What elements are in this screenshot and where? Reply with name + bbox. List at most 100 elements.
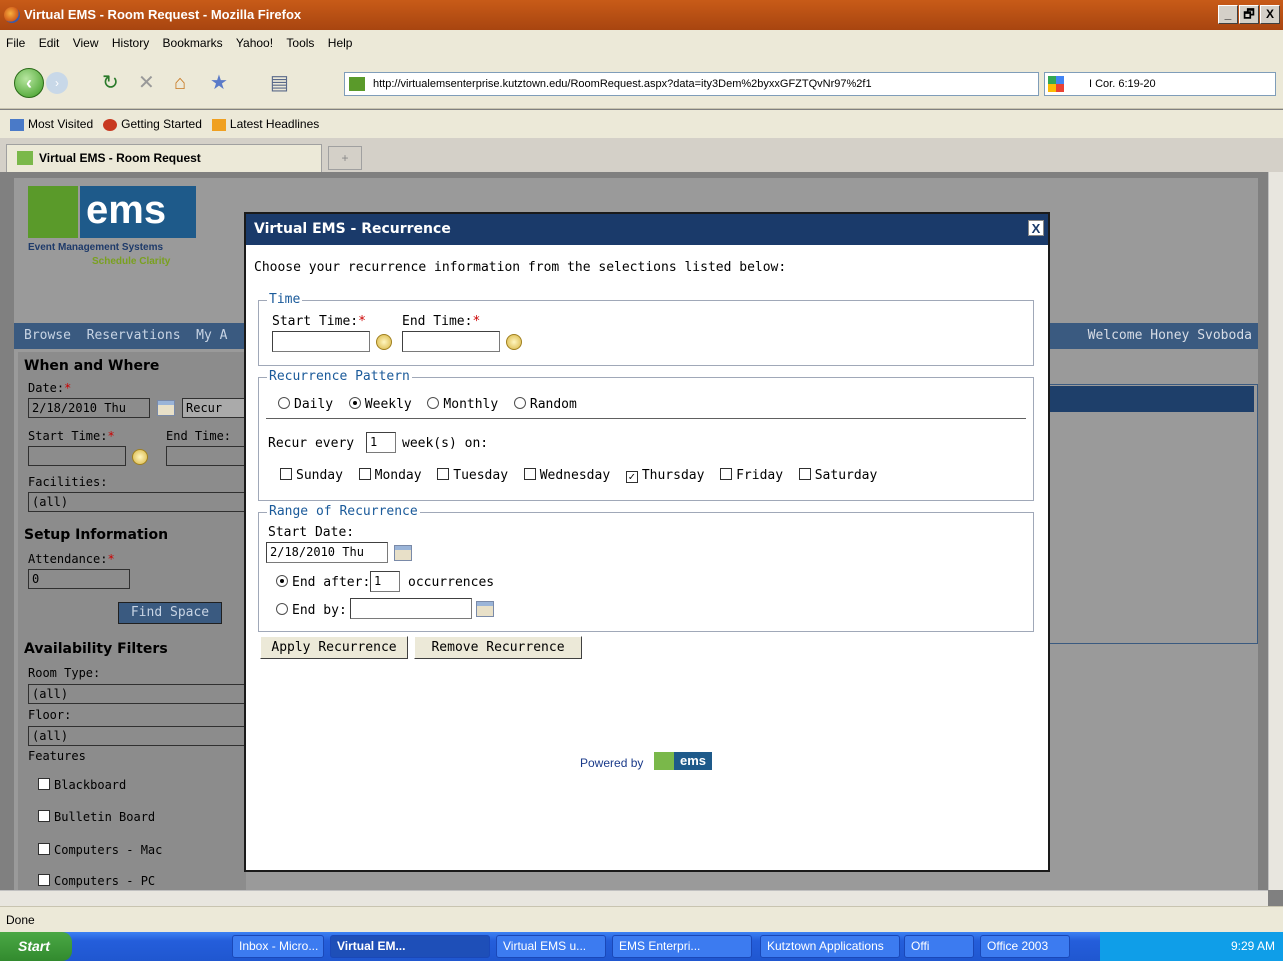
recur-every-input[interactable]: 1 [366,432,396,453]
floor-select[interactable]: (all) [28,726,246,746]
feature-checkbox[interactable] [38,843,50,855]
taskbar-item-office-2003[interactable]: Office 2003 [980,935,1070,958]
end-by-label: End by: [292,603,347,618]
modal-start-time-label: Start Time: [272,314,359,329]
taskbar-item-inbox[interactable]: Inbox - Micro... [232,935,324,958]
day-checkbox-sunday[interactable] [280,468,292,480]
logo-tagline: Schedule Clarity [92,256,171,267]
end-by-calendar-icon[interactable] [476,601,494,617]
taskbar-item-virtual-ems[interactable]: Virtual EM... [330,935,490,958]
random-label: Random [529,397,577,412]
start-date-input[interactable]: 2/18/2010 Thu [266,542,388,563]
tab-favicon [17,151,33,165]
clock-icon[interactable] [132,449,148,465]
radio-monthly[interactable] [427,397,440,409]
day-checkbox-friday[interactable] [720,468,733,480]
attendance-label: Attendance: [28,552,108,566]
day-thursday: Thursday [641,468,705,483]
maximize-button[interactable]: 🗗 [1239,5,1259,24]
end-time-input[interactable] [166,446,246,466]
day-checkbox-saturday[interactable] [798,468,811,480]
search-text: I Cor. 6:19-20 [1089,78,1156,90]
vertical-scrollbar[interactable] [1268,172,1283,890]
feature-checkbox[interactable] [38,778,50,790]
day-checkbox-thursday[interactable]: ✓ [625,471,638,483]
menu-yahoo[interactable]: Yahoo! [236,36,273,50]
day-checkbox-monday[interactable] [358,468,371,480]
minimize-button[interactable]: _ [1218,5,1238,24]
facilities-select[interactable]: (all) [28,492,246,512]
radio-weekly[interactable] [348,397,361,409]
print-icon[interactable]: ▤ [270,70,289,96]
dialog-close-icon[interactable]: X [1028,220,1044,236]
day-checkbox-tuesday[interactable] [437,468,450,480]
powered-logo: ems [674,752,712,770]
horizontal-scrollbar[interactable] [0,890,1268,906]
taskbar-item-virtual-ems-u[interactable]: Virtual EMS u... [496,935,606,958]
attendance-input[interactable]: 0 [28,569,130,589]
radio-end-after[interactable] [276,575,288,587]
rss-icon [211,118,226,131]
date-input[interactable]: 2/18/2010 Thu [28,398,150,418]
back-arrow-icon[interactable]: ‹ [14,68,44,98]
tab-room-request[interactable]: Virtual EMS - Room Request [6,144,322,172]
modal-end-time-input[interactable] [402,331,500,352]
bookmark-most-visited[interactable]: Most Visited [28,117,93,131]
start-clock-icon[interactable] [376,334,392,350]
radio-daily[interactable] [278,397,290,409]
remove-recurrence-button[interactable]: Remove Recurrence [414,636,582,659]
menu-tools[interactable]: Tools [286,36,314,50]
site-nav-links[interactable]: Browse Reservations My A [14,328,228,343]
pattern-divider [266,418,1026,419]
feature-checkbox[interactable] [38,810,50,822]
feature-checkbox[interactable] [38,874,50,886]
radio-end-by[interactable] [276,603,288,615]
day-friday: Friday [736,468,784,483]
search-bar[interactable]: I Cor. 6:19-20 [1044,72,1276,96]
reload-icon[interactable]: ↻ [102,70,119,96]
day-checkbox-wednesday[interactable] [523,468,536,480]
modal-start-time-input[interactable] [272,331,370,352]
floor-label: Floor: [28,708,72,722]
menu-bookmarks[interactable]: Bookmarks [163,36,223,50]
feature-bulletin-board: Bulletin Board [54,810,156,824]
menu-help[interactable]: Help [328,36,353,50]
url-bar[interactable]: http://virtualemsenterprise.kutztown.edu… [344,72,1039,96]
home-icon[interactable]: ⌂ [174,70,186,96]
taskbar-item-ems-enterprise[interactable]: EMS Enterpri... [612,935,752,958]
end-clock-icon[interactable] [506,334,522,350]
menu-history[interactable]: History [112,36,149,50]
daily-label: Daily [294,397,334,412]
new-tab-button[interactable]: + [328,146,362,170]
bookmark-latest-headlines[interactable]: Latest Headlines [230,117,319,131]
start-button[interactable]: Start [0,932,72,961]
bookmarks-toolbar: Most Visited Getting Started Latest Head… [0,110,1283,138]
bookmark-getting-started[interactable]: Getting Started [121,117,202,131]
close-button[interactable]: X [1260,5,1280,24]
availability-filters-heading: Availability Filters [24,641,168,657]
apply-recurrence-button[interactable]: Apply Recurrence [260,636,408,659]
end-by-input[interactable] [350,598,472,619]
taskbar-item-office[interactable]: Offi [904,935,974,958]
occurrences-label: occurrences [408,575,495,590]
menu-view[interactable]: View [73,36,99,50]
menu-edit[interactable]: Edit [39,36,60,50]
start-date-calendar-icon[interactable] [394,545,412,561]
find-space-button[interactable]: Find Space [118,602,222,624]
calendar-icon[interactable] [157,400,175,416]
stop-icon[interactable]: ✕ [138,70,155,96]
bookmark-star-icon[interactable]: ★ [210,70,228,96]
forward-arrow-icon[interactable]: › [46,72,68,94]
when-where-heading: When and Where [24,358,160,374]
monthly-label: Monthly [443,397,499,412]
radio-random[interactable] [513,397,526,409]
start-time-input[interactable] [28,446,126,466]
modal-end-time-label: End Time: [402,314,473,329]
end-after-input[interactable]: 1 [370,571,400,592]
ems-logo-text: ems [80,186,196,238]
taskbar-item-kutztown[interactable]: Kutztown Applications [760,935,900,958]
menu-file[interactable]: File [6,36,25,50]
recurrence-button[interactable]: Recur [182,398,246,418]
features-label: Features [28,749,86,763]
room-type-select[interactable]: (all) [28,684,246,704]
